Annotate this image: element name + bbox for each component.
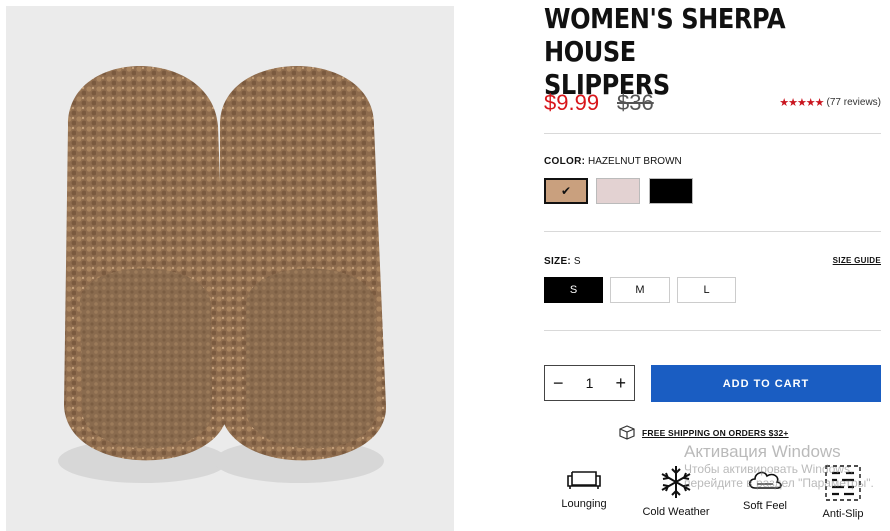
quantity-value[interactable]: 1: [586, 375, 594, 391]
sale-price: $9.99: [544, 90, 600, 115]
feature-label: Anti-Slip: [822, 508, 864, 520]
product-image[interactable]: [6, 6, 454, 531]
swatch-hazelnut-brown[interactable]: ✔: [544, 178, 588, 204]
rating-stars-icon: ★★★★★: [779, 97, 824, 109]
quantity-increase-button[interactable]: +: [615, 374, 626, 392]
quantity-stepper: − 1 +: [544, 365, 635, 401]
feature-label: Soft Feel: [742, 500, 788, 512]
size-option-l[interactable]: L: [677, 277, 736, 303]
color-label-line: COLOR: HAZELNUT BROWN: [544, 156, 682, 167]
size-option-s[interactable]: S: [544, 277, 603, 303]
checkmark-icon: ✔: [560, 184, 572, 198]
review-count-link[interactable]: (77 reviews): [827, 97, 881, 108]
feature-soft-feel: Soft Feel: [725, 464, 805, 512]
feature-lounging: Lounging: [544, 464, 624, 510]
watermark-title: Активация Windows: [684, 442, 841, 461]
divider: [544, 133, 881, 134]
add-to-cart-button[interactable]: ADD TO CART: [651, 365, 881, 402]
swatch-blush[interactable]: [596, 178, 640, 204]
feature-cold-weather: Cold Weather: [636, 464, 716, 518]
feature-label: Lounging: [561, 498, 607, 510]
product-title: WOMEN'S SHERPA HOUSE SLIPPERS: [544, 2, 786, 101]
box-icon: [618, 424, 636, 442]
size-label-line: SIZE: S: [544, 256, 581, 267]
rating[interactable]: ★★★★★ (77 reviews): [779, 96, 881, 109]
size-guide-link[interactable]: SIZE GUIDE: [833, 256, 881, 265]
grip-icon: [806, 464, 880, 502]
free-shipping-link[interactable]: FREE SHIPPING ON ORDERS $32+: [618, 424, 789, 442]
size-option-m[interactable]: M: [610, 277, 670, 303]
size-label: SIZE:: [544, 256, 572, 267]
feature-anti-slip: Anti-Slip: [806, 464, 880, 520]
price-row: $9.99 $36 ★★★★★ (77 reviews): [544, 90, 881, 120]
swatch-black[interactable]: [649, 178, 693, 204]
free-shipping-label: FREE SHIPPING ON ORDERS $32+: [642, 428, 789, 438]
cloud-icon: [725, 464, 805, 494]
size-value: S: [573, 256, 581, 267]
snowflake-icon: [636, 464, 716, 500]
color-label: COLOR:: [544, 156, 586, 167]
original-price: $36: [617, 90, 654, 115]
sofa-icon: [544, 464, 624, 492]
divider: [544, 231, 881, 232]
divider: [544, 330, 881, 331]
color-value: HAZELNUT BROWN: [588, 156, 682, 167]
feature-label: Cold Weather: [642, 506, 710, 518]
quantity-decrease-button[interactable]: −: [553, 374, 564, 392]
